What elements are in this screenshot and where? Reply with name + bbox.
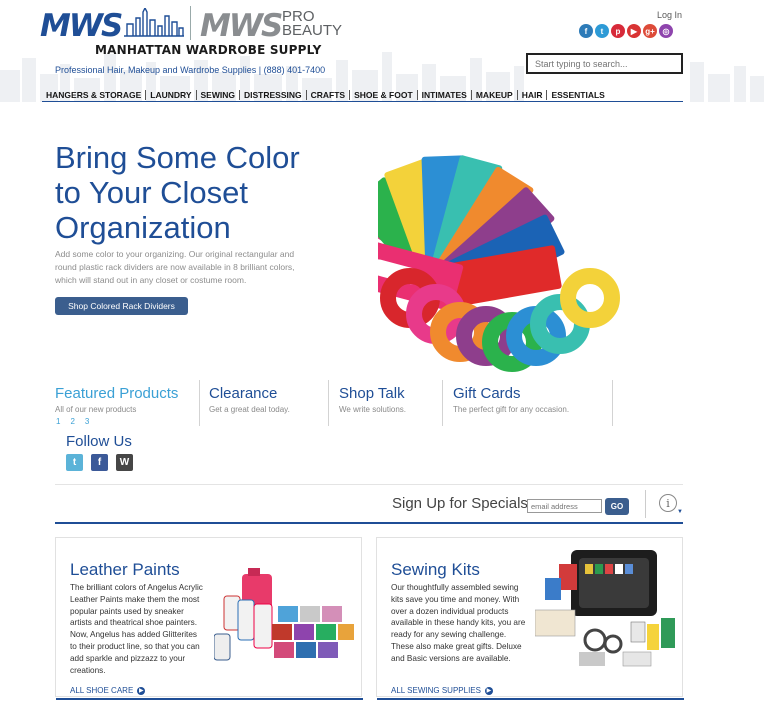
tab-subtitle: All of our new products bbox=[55, 405, 137, 414]
all-shoe-care-link[interactable]: ALL SHOE CARE ▶ bbox=[70, 686, 146, 695]
sewing-kits-card: Sewing Kits Our thoughtfully assembled s… bbox=[376, 537, 684, 700]
social-icons: f t p ▶ g+ ◎ bbox=[579, 24, 673, 38]
nav-item-sewing[interactable]: SEWING bbox=[197, 90, 240, 100]
card-underline bbox=[56, 698, 363, 700]
twitter-icon[interactable]: t bbox=[66, 454, 83, 471]
main-nav: HANGERS & STORAGE LAUNDRY SEWING DISTRES… bbox=[42, 88, 609, 102]
chevron-down-icon: ▼ bbox=[677, 509, 683, 515]
arrow-right-icon: ▶ bbox=[484, 686, 493, 695]
shop-rack-dividers-button[interactable]: Shop Colored Rack Dividers bbox=[55, 297, 188, 315]
nav-item-laundry[interactable]: LAUNDRY bbox=[146, 90, 197, 100]
nav-item-distressing[interactable]: DISTRESSING bbox=[240, 90, 307, 100]
link-label: ALL SHOE CARE bbox=[70, 686, 134, 695]
tab-shop-talk[interactable]: Shop Talk We write solutions. bbox=[339, 385, 406, 429]
google-plus-icon[interactable]: g+ bbox=[643, 24, 657, 38]
card-text: Our thoughtfully assembled sewing kits s… bbox=[391, 583, 526, 663]
hero-description: Add some color to your organizing. Our o… bbox=[55, 249, 295, 285]
leather-paints-card: Leather Paints The brilliant colors of A… bbox=[55, 537, 363, 700]
nav-item-essentials[interactable]: ESSENTIALS bbox=[547, 90, 608, 100]
tab-divider bbox=[328, 380, 329, 426]
facebook-icon[interactable]: f bbox=[579, 24, 593, 38]
nav-item-makeup[interactable]: MAKEUP bbox=[472, 90, 518, 100]
nav-item-crafts[interactable]: CRAFTS bbox=[307, 90, 351, 100]
tab-title: Shop Talk bbox=[339, 385, 405, 402]
tagline: Professional Hair, Makeup and Wardrobe S… bbox=[55, 65, 326, 75]
pager-link[interactable]: 1 bbox=[56, 417, 60, 426]
instagram-icon[interactable]: ◎ bbox=[659, 24, 673, 38]
all-sewing-supplies-link[interactable]: ALL SEWING SUPPLIES ▶ bbox=[391, 686, 493, 695]
mws-logo[interactable]: MWS bbox=[40, 8, 123, 44]
signup-top-rule bbox=[55, 484, 683, 485]
sewing-kit-image[interactable] bbox=[535, 544, 681, 672]
login-link[interactable]: Log In bbox=[657, 10, 682, 20]
city-skyline-logo-icon bbox=[124, 8, 184, 37]
card-text: The brilliant colors of Angelus Acrylic … bbox=[70, 583, 203, 675]
twitter-icon[interactable]: t bbox=[595, 24, 609, 38]
wordpress-icon[interactable]: W bbox=[116, 454, 133, 471]
tab-title: Clearance bbox=[209, 385, 278, 402]
pinterest-icon[interactable]: p bbox=[611, 24, 625, 38]
tab-subtitle: We write solutions. bbox=[339, 405, 406, 414]
nav-item-intimates[interactable]: INTIMATES bbox=[418, 90, 472, 100]
nav-item-hangers-storage[interactable]: HANGERS & STORAGE bbox=[42, 90, 147, 100]
leather-paints-image[interactable] bbox=[214, 566, 356, 666]
signup-underline bbox=[55, 522, 683, 524]
hero-title-line: to Your Closet bbox=[55, 175, 249, 210]
beauty-text: BEAUTY bbox=[282, 22, 343, 39]
tab-divider bbox=[199, 380, 200, 426]
featured-pager: 1 2 3 bbox=[56, 417, 89, 426]
hero-title-line: Bring Some Color bbox=[55, 140, 300, 175]
follow-icons: t f W bbox=[66, 454, 133, 471]
tab-subtitle: Get a great deal today. bbox=[209, 405, 290, 414]
tab-divider bbox=[612, 380, 613, 426]
mws-pro-beauty-logo[interactable]: MWS bbox=[200, 8, 283, 44]
tab-title: Featured Products bbox=[55, 385, 179, 402]
signup-label: Sign Up for Specials bbox=[392, 495, 528, 512]
youtube-icon[interactable]: ▶ bbox=[627, 24, 641, 38]
tab-divider bbox=[442, 380, 443, 426]
brand-name: MANHATTAN WARDROBE SUPPLY bbox=[95, 43, 322, 57]
tab-title: Gift Cards bbox=[453, 385, 521, 402]
link-label: ALL SEWING SUPPLIES bbox=[391, 686, 481, 695]
card-underline bbox=[377, 698, 684, 700]
nav-item-hair[interactable]: HAIR bbox=[518, 90, 548, 100]
card-title[interactable]: Sewing Kits bbox=[391, 560, 480, 580]
pager-link[interactable]: 3 bbox=[85, 417, 89, 426]
pro-beauty-label: PRO BEAUTY bbox=[282, 9, 352, 39]
arrow-right-icon: ▶ bbox=[137, 686, 146, 695]
signup-divider bbox=[645, 490, 646, 518]
info-icon[interactable]: i bbox=[659, 494, 677, 512]
pager-link[interactable]: 2 bbox=[70, 417, 74, 426]
search-input[interactable] bbox=[526, 53, 683, 74]
email-field[interactable] bbox=[527, 499, 602, 513]
tab-subtitle: The perfect gift for any occasion. bbox=[453, 405, 570, 414]
facebook-icon[interactable]: f bbox=[91, 454, 108, 471]
rack-dividers-image[interactable] bbox=[378, 136, 628, 376]
nav-item-shoe-foot[interactable]: SHOE & FOOT bbox=[350, 90, 418, 100]
tab-clearance[interactable]: Clearance Get a great deal today. bbox=[209, 385, 290, 429]
follow-us-heading: Follow Us bbox=[66, 433, 132, 450]
tab-gift-cards[interactable]: Gift Cards The perfect gift for any occa… bbox=[453, 385, 569, 429]
logo-divider bbox=[190, 6, 191, 40]
hero-title: Bring Some Color to Your Closet Organiza… bbox=[55, 140, 355, 245]
signup-go-button[interactable]: GO bbox=[605, 498, 629, 515]
card-title[interactable]: Leather Paints bbox=[70, 560, 180, 580]
nav-underline bbox=[42, 101, 683, 102]
hero-title-line: Organization bbox=[55, 210, 231, 245]
